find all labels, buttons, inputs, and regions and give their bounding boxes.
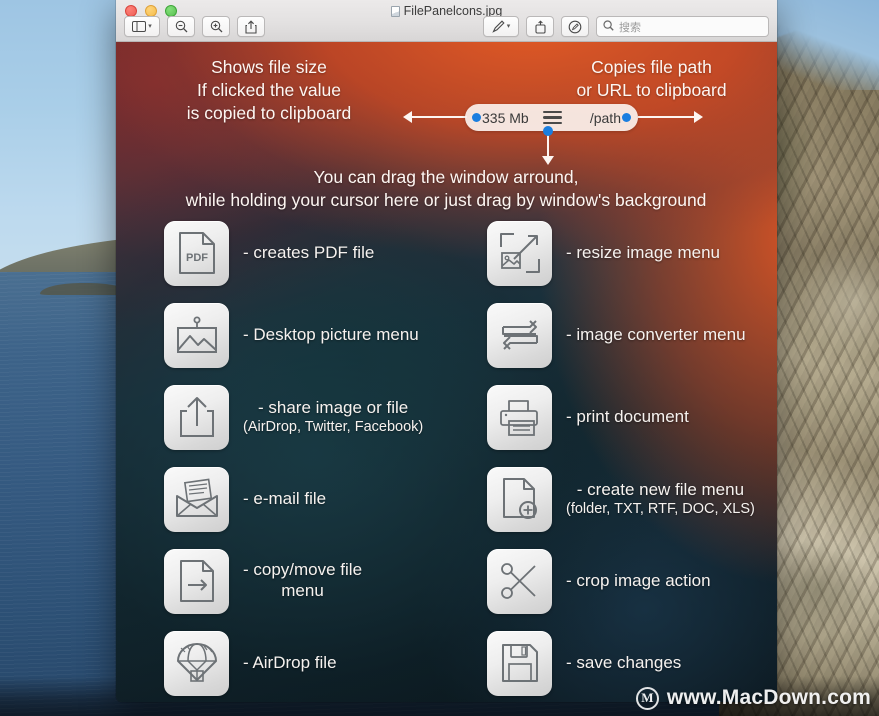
desktop: FilePanelcons.jpg ▾ ▾ 搜索 Shows file size… bbox=[0, 0, 879, 716]
jpeg-document-icon bbox=[390, 5, 400, 17]
envelope-mail-icon[interactable] bbox=[164, 466, 229, 532]
size-dot-indicator bbox=[472, 113, 481, 122]
zoom-out-button[interactable] bbox=[167, 16, 195, 37]
sidebar-icon bbox=[132, 21, 147, 32]
list-item[interactable]: - image converter menu bbox=[487, 294, 755, 376]
search-input[interactable]: 搜索 bbox=[596, 16, 769, 37]
toolbar-left-group: ▾ bbox=[124, 16, 265, 37]
image-canvas: Shows file size If clicked the value is … bbox=[116, 42, 777, 702]
list-item-label-main: - share image or file bbox=[258, 397, 409, 417]
list-item[interactable]: - crop image action bbox=[487, 540, 755, 622]
annotate-button[interactable] bbox=[561, 16, 589, 37]
list-item-label: - copy/move file menu bbox=[243, 560, 363, 600]
list-item[interactable]: - AirDrop file bbox=[164, 622, 423, 702]
annotation-right: Copies file path or URL to clipboard bbox=[576, 57, 727, 101]
left-icon-column: PDF - creates PDF file - Desktop picture… bbox=[164, 212, 423, 702]
window-titlebar[interactable]: FilePanelcons.jpg ▾ ▾ 搜索 bbox=[116, 0, 777, 42]
watermark: M www.MacDown.com bbox=[635, 686, 871, 710]
list-item-label: - share image or file (AirDrop, Twitter,… bbox=[243, 377, 423, 457]
search-icon bbox=[603, 18, 614, 36]
share-button[interactable] bbox=[237, 16, 265, 37]
list-item[interactable]: - Desktop picture menu bbox=[164, 294, 423, 376]
list-item-label: - e-mail file bbox=[243, 488, 327, 508]
printer-icon[interactable] bbox=[487, 384, 552, 450]
markup-button[interactable]: ▾ bbox=[483, 16, 519, 37]
list-item-label: - creates PDF file bbox=[243, 242, 375, 262]
file-path-label[interactable]: /path bbox=[590, 110, 621, 126]
arrow-right-line bbox=[638, 116, 696, 118]
list-item-label: - crop image action bbox=[566, 570, 711, 590]
arrow-right-head bbox=[694, 111, 703, 123]
preview-window: FilePanelcons.jpg ▾ ▾ 搜索 Shows file size… bbox=[116, 0, 777, 702]
list-item[interactable]: - copy/move file menu bbox=[164, 540, 423, 622]
rotate-button[interactable] bbox=[526, 16, 554, 37]
file-plus-icon[interactable] bbox=[487, 466, 552, 532]
sidebar-toggle-button[interactable]: ▾ bbox=[124, 16, 160, 37]
list-item[interactable]: - print document bbox=[487, 376, 755, 458]
list-item[interactable]: - e-mail file bbox=[164, 458, 423, 540]
file-size-label[interactable]: 335 Mb bbox=[482, 110, 529, 126]
arrow-left-line bbox=[409, 116, 467, 118]
drag-handle-dot[interactable] bbox=[543, 126, 553, 136]
list-item-label: - Desktop picture menu bbox=[243, 324, 419, 344]
zoom-in-button[interactable] bbox=[202, 16, 230, 37]
list-item-label-main: - create new file menu bbox=[576, 479, 745, 499]
annotation-bottom: You can drag the window arround, while h… bbox=[185, 167, 707, 211]
chevron-down-icon: ▾ bbox=[148, 23, 152, 30]
rotate-left-icon bbox=[534, 19, 547, 34]
share-upload-icon[interactable] bbox=[164, 384, 229, 450]
pill-left-group: 335 Mb bbox=[465, 110, 529, 126]
chevron-down-icon: ▾ bbox=[506, 23, 511, 30]
list-item[interactable]: - create new file menu (folder, TXT, RTF… bbox=[487, 458, 755, 540]
file-arrow-right-icon[interactable] bbox=[164, 548, 229, 614]
toolbar-right-group: ▾ 搜索 bbox=[483, 16, 769, 37]
list-item-label: - AirDrop file bbox=[243, 652, 337, 672]
list-item-label: - print document bbox=[566, 406, 689, 426]
pill-right-group: /path bbox=[590, 110, 638, 126]
list-item-label-sub: (AirDrop, Twitter, Facebook) bbox=[243, 418, 424, 435]
list-item[interactable]: - resize image menu bbox=[487, 212, 755, 294]
list-item[interactable]: PDF - creates PDF file bbox=[164, 212, 423, 294]
arrow-left-head bbox=[403, 111, 412, 123]
list-item-label: - resize image menu bbox=[566, 242, 721, 262]
floppy-save-icon[interactable] bbox=[487, 630, 552, 696]
share-box-arrow-up-icon bbox=[245, 19, 257, 34]
arrow-down-head bbox=[542, 156, 554, 165]
svg-text:PDF: PDF bbox=[186, 252, 208, 264]
pdf-file-icon[interactable]: PDF bbox=[164, 220, 229, 286]
convert-arrows-icon[interactable] bbox=[487, 302, 552, 368]
picture-frame-icon[interactable] bbox=[164, 302, 229, 368]
list-item-label: - create new file menu (folder, TXT, RTF… bbox=[566, 459, 755, 539]
resize-image-icon[interactable] bbox=[487, 220, 552, 286]
scissors-icon[interactable] bbox=[487, 548, 552, 614]
watermark-text: www.MacDown.com bbox=[666, 686, 871, 709]
list-item-label-sub: (folder, TXT, RTF, DOC, XLS) bbox=[566, 500, 755, 517]
path-dot-indicator bbox=[621, 113, 631, 122]
list-item[interactable]: - share image or file (AirDrop, Twitter,… bbox=[164, 376, 423, 458]
circled-pen-icon bbox=[568, 20, 582, 34]
list-item-label: - image converter menu bbox=[566, 324, 746, 344]
magnifier-minus-icon bbox=[175, 20, 188, 33]
macdown-logo-icon: M bbox=[635, 686, 659, 710]
annotation-left: Shows file size If clicked the value is … bbox=[186, 57, 352, 124]
list-item-label: - save changes bbox=[566, 652, 682, 672]
search-placeholder: 搜索 bbox=[619, 21, 641, 34]
pen-markup-icon bbox=[492, 20, 505, 33]
right-icon-column: - resize image menu - image converter me… bbox=[487, 212, 755, 702]
airdrop-parachute-icon[interactable] bbox=[164, 630, 229, 696]
magnifier-plus-icon bbox=[210, 20, 223, 33]
hamburger-menu-icon[interactable] bbox=[542, 110, 562, 125]
